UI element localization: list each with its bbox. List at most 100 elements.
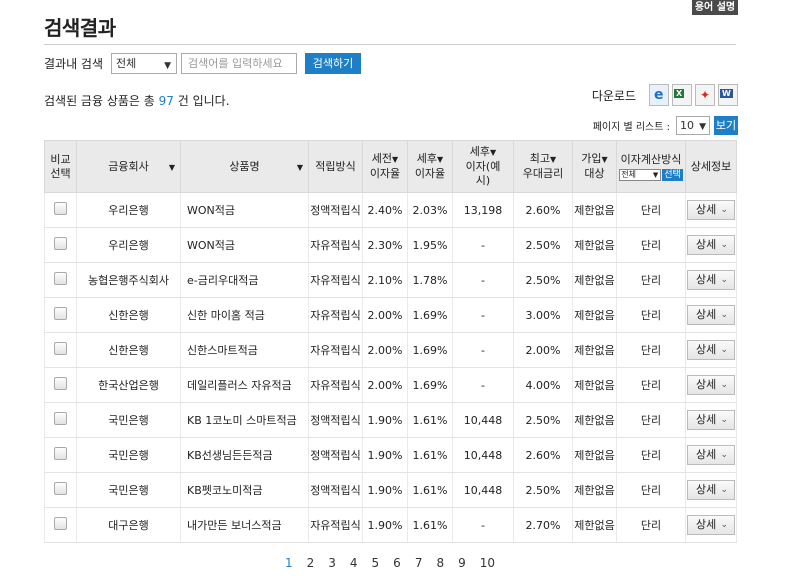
cell-join-target: 제한없음 xyxy=(572,507,617,543)
cell-product: 데일리플러스 자유적금 xyxy=(180,367,309,403)
detail-button[interactable]: 상세 ⌄ xyxy=(687,445,735,465)
cell-compare xyxy=(44,402,77,438)
page-link[interactable]: 6 xyxy=(393,556,401,570)
compare-checkbox[interactable] xyxy=(54,447,67,460)
page-size-select[interactable]: 10 ▼ xyxy=(676,116,710,135)
compare-checkbox[interactable] xyxy=(54,342,67,355)
cell-company: 우리은행 xyxy=(76,227,181,263)
compare-checkbox[interactable] xyxy=(54,272,67,285)
detail-button[interactable]: 상세 ⌄ xyxy=(687,410,735,430)
compare-checkbox[interactable] xyxy=(54,412,67,425)
col-aftertax-rate[interactable]: 세후▼ 이자율 xyxy=(407,140,453,193)
compare-checkbox[interactable] xyxy=(54,377,67,390)
product-table: 비교 선택 금융회사 ▼ 상품명 ▼ 적립방식 세전▼ 이자율 세후▼ 이자율 세후▼ 이자… xyxy=(44,140,737,543)
cell-join-target: 제한없음 xyxy=(572,192,617,228)
calc-method-select[interactable]: 전체 ▼ xyxy=(619,168,662,181)
detail-button[interactable]: 상세 ⌄ xyxy=(687,480,735,500)
cell-aftertax-rate: 1.61% xyxy=(407,472,453,508)
table-row: 국민은행 KB펫코노미적금 정액적립식 1.90% 1.61% 10,448 2.50% 제한… xyxy=(44,472,737,508)
title-divider xyxy=(44,44,736,45)
detail-button[interactable]: 상세 ⌄ xyxy=(687,340,735,360)
page-link[interactable]: 7 xyxy=(415,556,423,570)
summary-prefix: 검색된 금융 상품은 총 xyxy=(44,94,159,108)
cell-aftertax-interest: - xyxy=(452,262,514,298)
ie-icon[interactable]: e xyxy=(649,84,669,106)
compare-checkbox[interactable] xyxy=(54,237,67,250)
compare-checkbox[interactable] xyxy=(54,517,67,530)
cell-product: WON적금 xyxy=(180,227,309,263)
page-size-value: 10 xyxy=(680,119,694,132)
calc-select-button[interactable]: 선택 xyxy=(662,168,683,181)
detail-button[interactable]: 상세 ⌄ xyxy=(687,305,735,325)
page-link[interactable]: 3 xyxy=(328,556,336,570)
cell-join-target: 제한없음 xyxy=(572,402,617,438)
detail-button[interactable]: 상세 ⌄ xyxy=(687,515,735,535)
cell-calc-method: 단리 xyxy=(616,367,686,403)
filter-scope-select[interactable]: 전체 ▼ xyxy=(111,52,178,74)
table-row: 농협은행주식회사 e-금리우대적금 자유적립식 2.10% 1.78% -2.50% 제한없… xyxy=(44,262,737,298)
page-link[interactable]: 2 xyxy=(307,556,315,570)
table-row: 한국산업은행 데일리플러스 자유적금 자유적립식 2.00% 1.69% -4.00% 제한… xyxy=(44,367,737,403)
detail-button[interactable]: 상세 ⌄ xyxy=(687,270,735,290)
cell-pretax-rate: 1.90% xyxy=(362,472,408,508)
cell-compare xyxy=(44,227,77,263)
cell-pretax-rate: 2.30% xyxy=(362,227,408,263)
word-icon[interactable]: W xyxy=(718,84,738,106)
col-pretax-rate[interactable]: 세전▼ 이자율 xyxy=(362,140,408,193)
detail-button[interactable]: 상세 ⌄ xyxy=(687,200,735,220)
cell-max-rate: 2.70% xyxy=(513,507,573,543)
page-title: 검색결과 xyxy=(44,16,116,40)
cell-detail: 상세 ⌄ xyxy=(685,227,737,263)
cell-max-rate: 2.60% xyxy=(513,437,573,473)
cell-compare xyxy=(44,507,77,543)
cell-max-rate: 2.60% xyxy=(513,192,573,228)
cell-aftertax-rate: 1.69% xyxy=(407,297,453,333)
cell-calc-method: 단리 xyxy=(616,192,686,228)
cell-calc-method: 단리 xyxy=(616,437,686,473)
cell-join-target: 제한없음 xyxy=(572,437,617,473)
cell-method: 자유적립식 xyxy=(308,227,363,263)
cell-max-rate: 4.00% xyxy=(513,367,573,403)
compare-checkbox[interactable] xyxy=(54,482,67,495)
glossary-button[interactable]: 용어 설명 xyxy=(692,0,738,15)
cell-product: KB펫코노미적금 xyxy=(180,472,309,508)
col-join-target[interactable]: 가입▼ 대상 xyxy=(572,140,617,193)
page-link[interactable]: 8 xyxy=(436,556,444,570)
page-link[interactable]: 9 xyxy=(458,556,466,570)
pdf-icon[interactable]: ✦ xyxy=(695,84,715,106)
detail-button[interactable]: 상세 ⌄ xyxy=(687,375,735,395)
download-area: 다운로드 e X ✦ W xyxy=(592,84,738,106)
page-link[interactable]: 1 xyxy=(285,556,293,570)
cell-company: 국민은행 xyxy=(76,472,181,508)
dropdown-arrow-icon: ▼ xyxy=(699,122,706,132)
cell-aftertax-interest: 10,448 xyxy=(452,472,514,508)
cell-aftertax-rate: 1.61% xyxy=(407,402,453,438)
cell-aftertax-rate: 2.03% xyxy=(407,192,453,228)
cell-pretax-rate: 2.00% xyxy=(362,332,408,368)
cell-company: 신한은행 xyxy=(76,332,181,368)
page-link[interactable]: 4 xyxy=(350,556,358,570)
cell-detail: 상세 ⌄ xyxy=(685,402,737,438)
cell-max-rate: 3.00% xyxy=(513,297,573,333)
search-button[interactable]: 검색하기 xyxy=(305,52,362,74)
cell-product: 내가만든 보너스적금 xyxy=(180,507,309,543)
view-button[interactable]: 보기 xyxy=(714,116,738,135)
filter-search-input[interactable]: 검색어를 입력하세요 xyxy=(181,52,298,74)
cell-pretax-rate: 2.00% xyxy=(362,367,408,403)
col-company[interactable]: 금융회사 ▼ xyxy=(76,140,181,193)
compare-checkbox[interactable] xyxy=(54,202,67,215)
compare-checkbox[interactable] xyxy=(54,307,67,320)
page-link[interactable]: 5 xyxy=(372,556,380,570)
page-link[interactable]: 10 xyxy=(480,556,495,570)
cell-aftertax-rate: 1.61% xyxy=(407,437,453,473)
dropdown-arrow-icon: ▼ xyxy=(652,170,659,179)
cell-aftertax-interest: - xyxy=(452,367,514,403)
col-max-rate[interactable]: 최고▼ 우대금리 xyxy=(513,140,573,193)
col-aftertax-interest[interactable]: 세후▼ 이자(예 시) xyxy=(452,140,514,193)
col-product[interactable]: 상품명 ▼ xyxy=(180,140,309,193)
cell-detail: 상세 ⌄ xyxy=(685,472,737,508)
excel-icon[interactable]: X xyxy=(672,84,692,106)
cell-detail: 상세 ⌄ xyxy=(685,297,737,333)
detail-button[interactable]: 상세 ⌄ xyxy=(687,235,735,255)
cell-max-rate: 2.00% xyxy=(513,332,573,368)
